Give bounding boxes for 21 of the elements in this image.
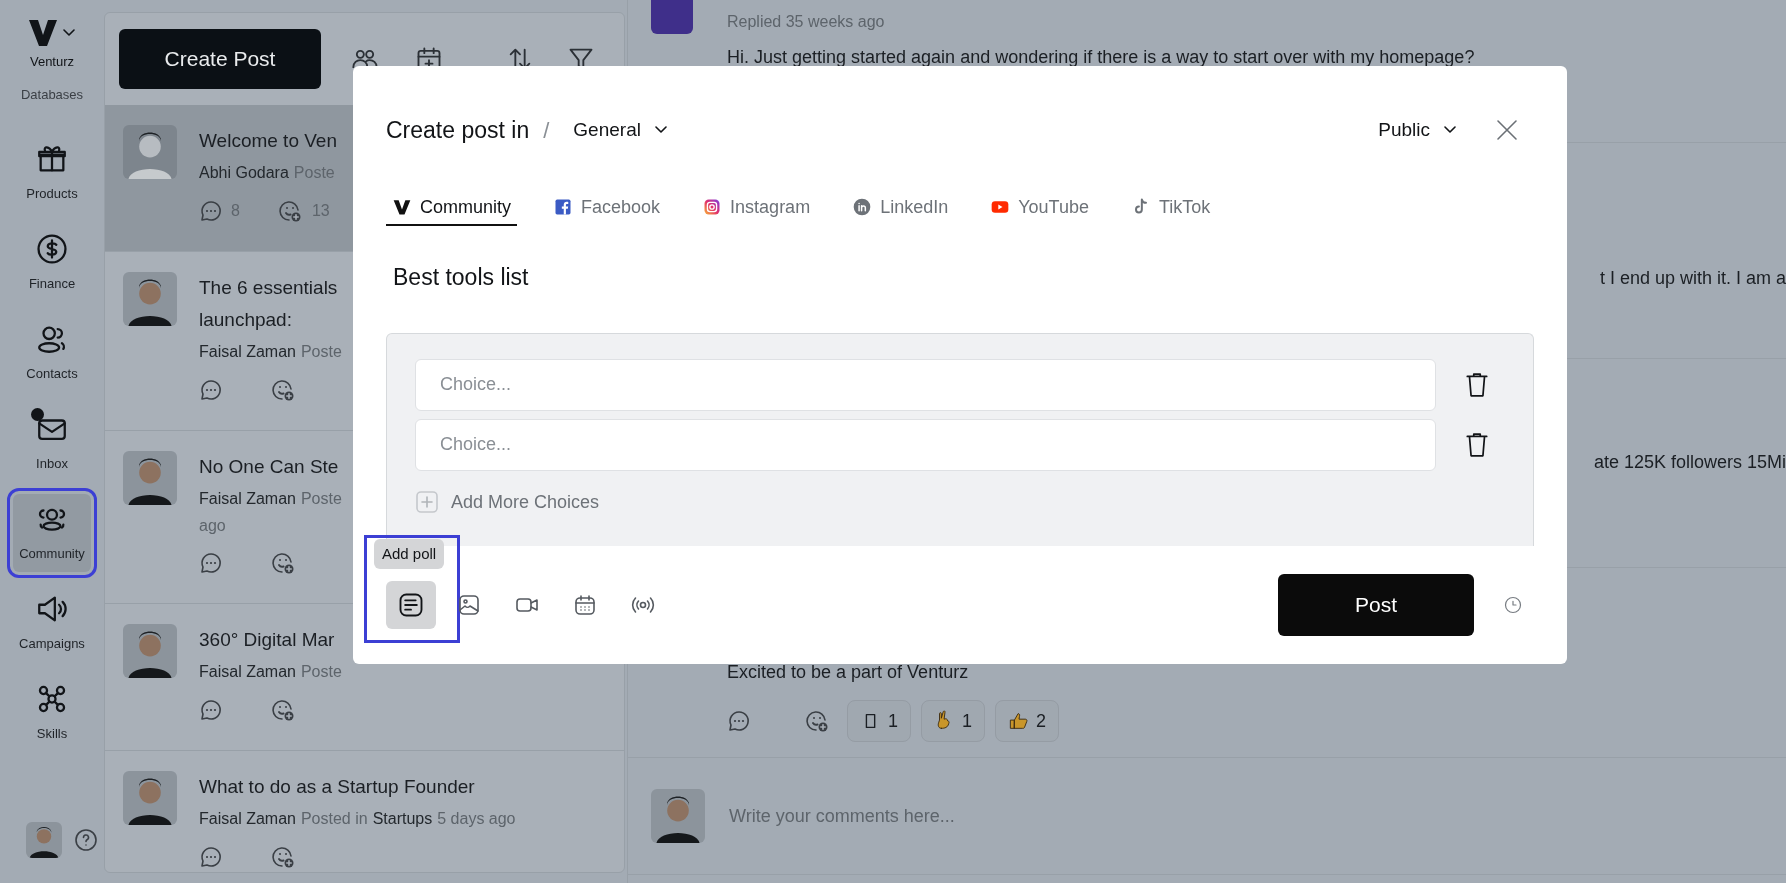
tooltip: Add poll: [374, 538, 445, 569]
dialog-title: Create post in: [386, 115, 530, 145]
author-name: Faisal Zaman: [199, 662, 296, 682]
reply-text: Hi. Just getting started again and wondering if there is a way to start over with my homepage?: [727, 46, 1475, 69]
post-text: Excited to be a part of Venturz: [727, 661, 970, 684]
post-meta: Poste: [300, 489, 342, 509]
post-meta: ago: [199, 516, 227, 536]
breadcrumb-separator: /: [543, 116, 550, 145]
author-name: Faisal Zaman: [199, 809, 296, 829]
post-meta: Posted in: [300, 809, 368, 829]
post-text: t I end up with it. I am a: [1599, 267, 1786, 290]
author-name: Abhi Godara: [199, 163, 289, 183]
author-name: Faisal Zaman: [199, 489, 296, 509]
post-meta: Poste: [300, 342, 342, 362]
post-text: ate 125K followers 15Mi: [1593, 451, 1786, 474]
post-time: 5 days ago: [437, 809, 516, 829]
author-name: Faisal Zaman: [199, 342, 296, 362]
post-meta: Poste: [300, 662, 342, 682]
post-title: Best tools list: [393, 263, 530, 292]
reply-time: Replied 35 weeks ago: [727, 12, 886, 32]
brand-name: Venturz: [29, 53, 75, 71]
